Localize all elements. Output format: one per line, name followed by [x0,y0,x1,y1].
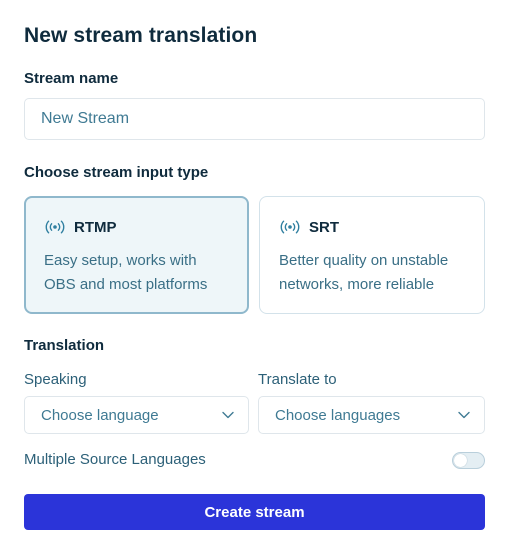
stream-name-label: Stream name [24,70,119,87]
translate-to-select-placeholder: Choose languages [275,406,401,424]
chevron-down-icon [458,406,470,424]
translate-to-label: Translate to [258,371,337,388]
speaking-select-placeholder: Choose language [41,406,159,424]
input-type-option-srt[interactable]: SRT Better quality on unstable networks,… [259,196,485,314]
stream-name-input[interactable] [24,98,485,140]
create-stream-button[interactable]: Create stream [24,494,485,530]
input-type-title: SRT [309,218,339,236]
multiple-sources-toggle[interactable] [452,452,485,469]
input-type-label: Choose stream input type [24,164,209,181]
broadcast-icon [279,219,301,235]
speaking-select[interactable]: Choose language [24,396,249,434]
toggle-knob [454,454,467,467]
input-type-option-rtmp[interactable]: RTMP Easy setup, works with OBS and most… [24,196,249,314]
multiple-sources-label: Multiple Source Languages [24,451,206,468]
translation-label: Translation [24,337,105,354]
speaking-label: Speaking [24,371,87,388]
input-type-description: Easy setup, works with OBS and most plat… [44,252,208,293]
translate-to-select[interactable]: Choose languages [258,396,485,434]
input-type-title: RTMP [74,218,117,236]
input-type-description: Better quality on unstable networks, mor… [279,252,449,293]
broadcast-icon [44,219,66,235]
page-title: New stream translation [24,24,258,47]
chevron-down-icon [222,406,234,424]
